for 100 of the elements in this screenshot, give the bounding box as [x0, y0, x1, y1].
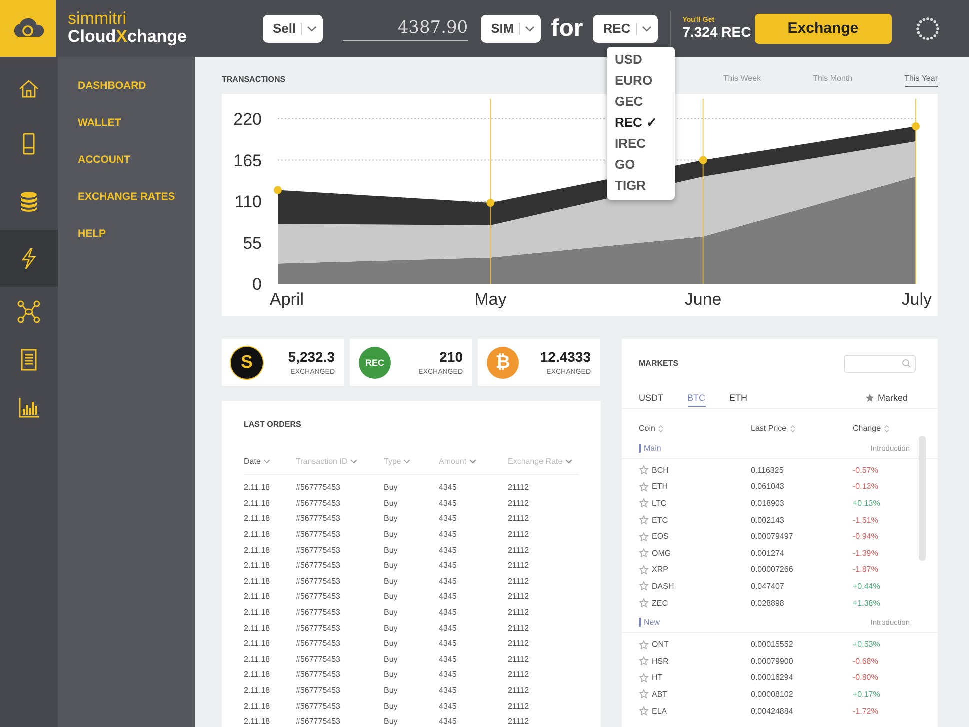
axis-tick-label: 220: [234, 110, 262, 129]
action-select[interactable]: Sell: [263, 14, 324, 42]
table-cell-text: Buy: [384, 530, 399, 540]
table-cell-text: 0.00079497: [751, 532, 794, 542]
bar-chart-icon: [17, 396, 41, 420]
currency-select[interactable]: SIM: [481, 14, 542, 42]
sidebar-item[interactable]: ACCOUNT: [58, 154, 195, 191]
menu-item[interactable]: EURO: [607, 70, 675, 91]
table-cell-text: 0.028898: [751, 598, 786, 608]
table-cell-text: Buy: [384, 608, 399, 618]
table-cell-text: 21112: [508, 702, 530, 711]
table-cell-text: 21112: [508, 654, 530, 664]
table-cell: DASH: [652, 582, 674, 591]
marked-button[interactable]: Marked: [864, 393, 908, 403]
menu-item[interactable]: GO: [607, 154, 675, 175]
amount-field[interactable]: 4387.90: [343, 16, 468, 41]
table-cell-text: 21112: [508, 592, 530, 602]
table-cell-text: 4345: [439, 686, 458, 696]
caret-icon: [262, 458, 271, 464]
table-cell-text: 0.00079900: [751, 656, 794, 666]
table-cell-text: #567775453: [296, 561, 342, 570]
table-cell-text: 0.00015552: [751, 640, 794, 650]
table-cell-text: 21112: [508, 670, 530, 680]
exchange-button[interactable]: Exchange: [754, 14, 892, 44]
table-cell-text: 4345: [439, 483, 458, 492]
table-cell-text: 21112: [508, 561, 530, 570]
table-cell-text: 2.11.18: [244, 546, 272, 555]
table-cell-text: #567775453: [296, 624, 342, 633]
market-tab[interactable]: ETH: [730, 390, 748, 406]
table-cell-text: 21112: [508, 576, 530, 586]
table-cell-text: Buy: [384, 686, 399, 696]
menu-item[interactable]: IREC: [607, 133, 675, 154]
star-icon: [639, 581, 649, 592]
caret-icon: [519, 22, 536, 34]
star-icon: [639, 482, 649, 492]
table-cell-text: Buy: [384, 498, 399, 508]
menu-item[interactable]: USD: [607, 49, 675, 70]
sort-icon: [658, 424, 664, 432]
table-cell-text: #567775453: [296, 514, 342, 524]
menu-item[interactable]: GEC: [607, 91, 675, 112]
table-cell-text: 0.002143: [751, 516, 786, 525]
coin-badge: S: [231, 346, 263, 378]
table-cell: XRP: [652, 565, 668, 574]
coin-badge: REC: [359, 346, 391, 378]
column-header[interactable]: Last Price: [751, 419, 853, 438]
star-icon: [639, 706, 649, 716]
table-cell-text: 4345: [439, 546, 458, 555]
table-cell-text: #567775453: [296, 576, 342, 586]
axis-tick-label: June: [684, 290, 722, 309]
sidebar-item[interactable]: EXCHANGE RATES: [58, 191, 195, 228]
table-cell-text: 0.116325: [751, 466, 785, 475]
table-cell-text: Buy: [384, 576, 399, 586]
table-cell-text: 2.11.18: [244, 483, 272, 492]
table-cell-text: 4345: [439, 670, 458, 680]
sidebar-item[interactable]: WALLET: [58, 117, 195, 154]
sidebar-item[interactable]: DASHBOARD: [58, 80, 195, 117]
table-cell-text: +0.17%: [853, 690, 882, 699]
table-cell-text: 21112: [508, 717, 530, 726]
star-icon: [864, 393, 875, 403]
loading-icon: [914, 14, 942, 42]
table-cell-text: +1.38%: [853, 598, 882, 608]
market-tab[interactable]: USDT: [639, 390, 664, 406]
table-cell-text: -0.94%: [853, 532, 880, 542]
search-field[interactable]: [844, 354, 916, 372]
caret-icon: [301, 22, 318, 34]
menu-item[interactable]: TIGR: [607, 175, 675, 196]
table-cell-text: #567775453: [296, 608, 342, 618]
table-cell-text: 2.11.18: [244, 654, 272, 664]
column-header[interactable]: Date: [244, 456, 296, 466]
nav-icon-button[interactable]: [0, 230, 58, 287]
column-header[interactable]: Coin: [639, 419, 751, 438]
search-icon: [902, 359, 911, 368]
table-cell-text: -0.13%: [853, 482, 880, 492]
table-cell-text: 0.061043: [751, 482, 786, 492]
table-cell-text: 21112: [508, 483, 530, 492]
section-label: Main: [639, 444, 871, 452]
table-cell-text: 4345: [439, 592, 458, 602]
table-cell-text: Buy: [384, 717, 399, 726]
network-icon: [17, 300, 41, 324]
menu-item[interactable]: REC ✓: [607, 112, 675, 133]
sort-icon: [884, 424, 890, 432]
section-label: New: [639, 618, 871, 627]
table-cell-text: #567775453: [296, 686, 342, 696]
table-cell-text: 4345: [439, 498, 458, 508]
sidebar-item[interactable]: HELP: [58, 228, 195, 265]
table-cell-text: #567775453: [296, 717, 342, 726]
table-cell-text: Buy: [384, 624, 399, 633]
section-title: LAST ORDERS: [244, 420, 302, 431]
table-cell: HSR: [652, 656, 669, 666]
table-cell-text: -1.51%: [853, 516, 880, 525]
table-cell-text: -1.72%: [853, 706, 880, 716]
period-tab[interactable]: This Year: [904, 72, 938, 86]
table-cell-text: #567775453: [296, 483, 342, 492]
table-cell-text: 4345: [439, 514, 458, 524]
table-cell-text: Buy: [384, 561, 399, 570]
star-icon: [639, 598, 649, 608]
currency-select[interactable]: REC: [593, 14, 658, 42]
column-header[interactable]: Change: [853, 419, 938, 438]
star-icon: [639, 548, 649, 558]
table-cell-text: +0.13%: [853, 498, 882, 508]
